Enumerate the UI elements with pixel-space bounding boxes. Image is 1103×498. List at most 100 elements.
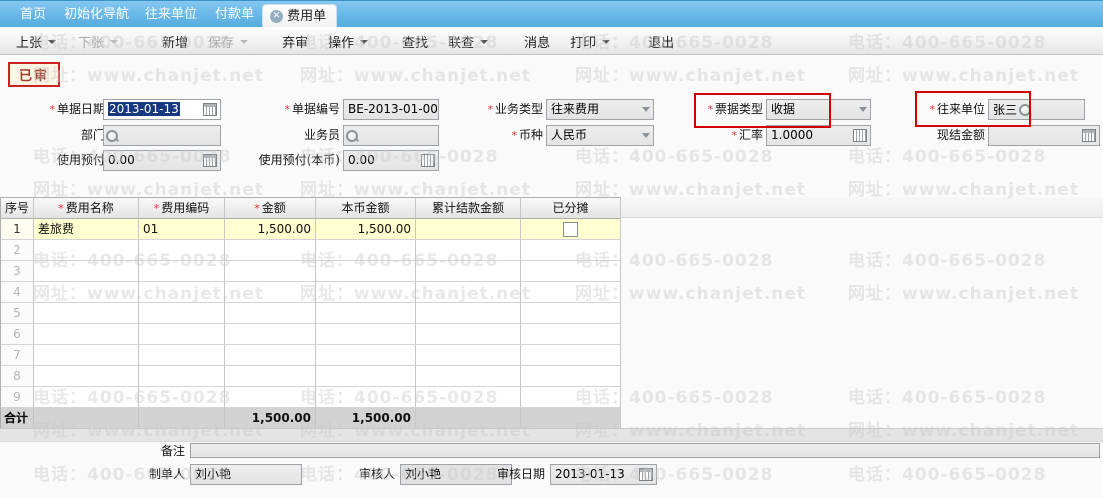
next-doc-button[interactable]: 下张 (70, 29, 126, 53)
doc-no-field[interactable]: BE-2013-01-0008 (343, 99, 439, 120)
search-icon[interactable] (1018, 103, 1032, 117)
tab-payment-order[interactable]: 付款单 (215, 3, 254, 27)
expense-lines-table: 序号 * 费用名称 * 费用编码 * 金额 本币金额 累计结款金额 已分摊 1 差旅费… (0, 197, 621, 430)
exchange-rate-label: * 汇率 (731, 128, 763, 142)
col-header-expense-name: * 费用名称 (34, 198, 139, 219)
exit-button[interactable]: 退出 (640, 29, 682, 53)
calculator-icon[interactable] (421, 154, 435, 167)
local-amount-cell[interactable]: 1,500.00 (316, 219, 416, 240)
chevron-down-icon (48, 40, 57, 44)
receipt-type-label: * 票据类型 (707, 102, 763, 116)
remark-field[interactable] (190, 443, 1100, 458)
watermark-text: 电话：400-665-0028网址：www.chanjet.net (848, 251, 1079, 304)
table-header-row: 序号 * 费用名称 * 费用编码 * 金额 本币金额 累计结款金额 已分摊 (1, 198, 621, 219)
table-row: 1 差旅费 01 1,500.00 1,500.00 (1, 219, 621, 240)
tab-expense-order-label: 费用单 (287, 8, 327, 24)
expense-form-window: 首页 初始化导航 往来单位 付款单 ✕ 费用单 上张 下张 新增 保存 弃审 操… (0, 0, 1103, 498)
prepaid-label: 使用预付 (56, 153, 105, 167)
toolbar: 上张 下张 新增 保存 弃审 操作 查找 联查 消息 打印 退出 (0, 27, 1103, 55)
table-row: 6 (1, 324, 621, 345)
tab-init-nav[interactable]: 初始化导航 (64, 3, 129, 27)
biz-type-label: * 业务类型 (487, 102, 543, 116)
currency-select[interactable]: 人民币 (546, 125, 654, 146)
table-row: 4 (1, 282, 621, 303)
doc-no-label: * 单据编号 (284, 102, 340, 116)
salesman-label: 业务员 (303, 128, 340, 142)
watermark-text: 电话：400-665-0028网址：www.chanjet.net (575, 147, 806, 200)
table-row: 3 (1, 261, 621, 282)
prev-doc-button[interactable]: 上张 (8, 29, 64, 53)
receipt-type-select[interactable]: 收据 (766, 99, 871, 120)
doc-date-field[interactable]: 2013-01-13 (103, 99, 221, 120)
allocated-cell (521, 219, 621, 240)
col-header-local-amount: 本币金额 (316, 198, 416, 219)
expense-code-cell[interactable]: 01 (139, 219, 225, 240)
linked-query-button[interactable]: 联查 (440, 29, 496, 53)
prepaid-local-field[interactable]: 0.00 (343, 150, 439, 171)
search-icon[interactable] (105, 129, 119, 143)
currency-label: * 币种 (511, 128, 543, 142)
grid-scroll-strip[interactable] (0, 428, 1103, 442)
chevron-down-icon[interactable] (859, 107, 867, 112)
tab-expense-order[interactable]: ✕ 费用单 (262, 4, 338, 27)
audit-date-field[interactable]: 2013-01-13 (550, 464, 657, 485)
search-icon[interactable] (345, 129, 359, 143)
watermark-text: 电话：400-665-0028网址：www.chanjet.net (848, 465, 1047, 485)
table-row: 8 (1, 366, 621, 387)
table-total-row: 合计 1,500.00 1,500.00 (1, 408, 621, 429)
print-button[interactable]: 打印 (562, 29, 618, 53)
remark-label: 备注 (160, 444, 185, 458)
operations-button[interactable]: 操作 (320, 29, 376, 53)
close-tab-icon[interactable]: ✕ (270, 9, 284, 23)
col-header-settled-amount: 累计结款金额 (416, 198, 521, 219)
department-label: 部门 (80, 128, 105, 142)
settled-amount-cell[interactable] (416, 219, 521, 240)
table-row: 9 (1, 387, 621, 408)
chevron-down-icon (602, 40, 611, 44)
cash-amount-label: 现结金额 (936, 128, 985, 142)
creator-label: 制单人 (148, 467, 185, 481)
prepaid-local-label: 使用预付(本币) (258, 153, 340, 167)
find-button[interactable]: 查找 (394, 29, 436, 53)
chevron-down-icon[interactable] (642, 107, 650, 112)
partner-field[interactable]: 张三 (988, 99, 1085, 120)
save-button[interactable]: 保存 (200, 29, 256, 53)
chevron-down-icon (360, 40, 369, 44)
tab-partners[interactable]: 往来单位 (145, 3, 197, 27)
grid-icon[interactable] (1082, 129, 1096, 142)
table-empty-rows: 23456789 (1, 240, 621, 408)
table-row: 2 (1, 240, 621, 261)
total-label-cell: 合计 (1, 408, 34, 429)
creator-field[interactable]: 刘小艳 (190, 464, 302, 485)
calendar-icon[interactable] (203, 103, 217, 116)
watermark-text: 电话：400-665-0028网址：www.chanjet.net (848, 147, 1079, 200)
chevron-down-icon[interactable] (642, 133, 650, 138)
col-header-allocated: 已分摊 (521, 198, 621, 219)
table-row: 5 (1, 303, 621, 324)
new-button[interactable]: 新增 (154, 29, 196, 53)
allocated-checkbox[interactable] (563, 222, 578, 237)
auditor-label: 审核人 (358, 467, 395, 481)
table-row: 7 (1, 345, 621, 366)
total-amount-cell: 1,500.00 (225, 408, 316, 429)
expense-name-cell[interactable]: 差旅费 (34, 219, 139, 240)
prepaid-field[interactable]: 0.00 (103, 150, 221, 171)
doc-date-label: * 单据日期 (49, 102, 105, 116)
partner-label: * 往来单位 (929, 102, 985, 116)
department-field[interactable] (103, 125, 221, 146)
unapprove-button[interactable]: 弃审 (274, 29, 316, 53)
calculator-icon[interactable] (853, 129, 867, 142)
tab-home[interactable]: 首页 (20, 3, 46, 27)
chevron-down-icon (480, 40, 489, 44)
grid-icon[interactable] (203, 154, 217, 167)
row-no-cell: 1 (1, 219, 34, 240)
biz-type-select[interactable]: 往来费用 (546, 99, 654, 120)
cash-amount-field[interactable] (988, 125, 1100, 146)
col-header-expense-code: * 费用编码 (139, 198, 225, 219)
calendar-icon[interactable] (639, 468, 653, 481)
amount-cell[interactable]: 1,500.00 (225, 219, 316, 240)
chevron-down-icon (110, 40, 119, 44)
exchange-rate-field[interactable]: 1.0000 (766, 125, 871, 146)
message-button[interactable]: 消息 (516, 29, 558, 53)
salesman-field[interactable] (343, 125, 439, 146)
